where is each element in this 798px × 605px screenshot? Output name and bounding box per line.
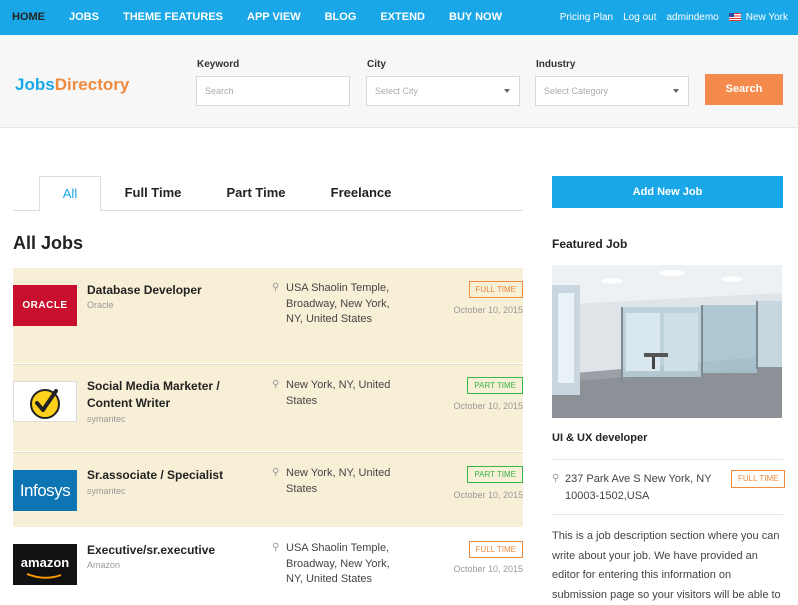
job-type-badge: FULL TIME [468, 281, 523, 298]
job-type-badge: PART TIME [467, 377, 523, 394]
divider [552, 459, 783, 460]
tab-freelance[interactable]: Freelance [319, 176, 403, 211]
map-pin-icon: ⚲ [272, 282, 280, 293]
job-date: October 10, 2015 [453, 401, 523, 411]
keyword-input[interactable]: Search [196, 76, 350, 106]
nav-jobs[interactable]: JOBS [57, 0, 111, 35]
job-title[interactable]: Sr.associate / Specialist [87, 467, 267, 484]
city-select[interactable]: Select City [366, 76, 520, 106]
job-date: October 10, 2015 [453, 490, 523, 500]
logout-link[interactable]: Log out [623, 12, 656, 23]
nav-buy-now[interactable]: BUY NOW [437, 0, 514, 35]
location-label: New York [745, 12, 788, 23]
site-logo[interactable]: JobsDirectory [15, 75, 129, 95]
job-title[interactable]: Database Developer [87, 282, 267, 299]
keyword-label: Keyword [197, 59, 240, 70]
pricing-plan-link[interactable]: Pricing Plan [560, 12, 613, 23]
section-title: All Jobs [13, 233, 84, 253]
city-label: City [367, 59, 386, 70]
nav-home[interactable]: HOME [0, 0, 57, 35]
job-row[interactable]: Social Media Marketer / Content Writer s… [13, 364, 523, 451]
featured-job-description: This is a job description section where … [552, 530, 781, 601]
office-photo [552, 265, 782, 418]
us-flag-icon [728, 13, 741, 22]
nav-app-view[interactable]: APP VIEW [235, 0, 313, 35]
job-type-tabs: All Full Time Part Time Freelance [13, 176, 523, 212]
job-location: USA Shaolin Temple, Broadway, New York, … [286, 282, 390, 325]
featured-job-heading: Featured Job [552, 237, 628, 251]
tab-full-time[interactable]: Full Time [113, 176, 193, 211]
job-date: October 10, 2015 [453, 564, 523, 574]
add-new-job-button[interactable]: Add New Job [552, 176, 783, 208]
symantec-check-icon [30, 389, 60, 419]
job-title[interactable]: Social Media Marketer / Content Writer [87, 378, 267, 412]
company-logo [13, 381, 77, 422]
company-logo: Infosys [13, 470, 77, 511]
industry-select-value: Select Category [544, 86, 609, 96]
map-pin-icon: ⚲ [272, 467, 280, 478]
tab-all[interactable]: All [39, 176, 101, 212]
company-name: Oracle [87, 300, 114, 310]
chevron-down-icon [673, 89, 679, 93]
industry-label: Industry [536, 59, 576, 70]
nav-extend[interactable]: EXTEND [368, 0, 437, 35]
tab-part-time[interactable]: Part Time [213, 176, 299, 211]
company-name: symantec [87, 486, 126, 496]
map-pin-icon: ⚲ [272, 379, 280, 390]
job-location: New York, NY, United States [286, 467, 391, 495]
amazon-logo-text: amazon [20, 555, 70, 570]
job-location: New York, NY, United States [286, 379, 391, 407]
main-nav: HOME JOBS THEME FEATURES APP VIEW BLOG E… [0, 0, 514, 35]
chevron-down-icon [504, 89, 510, 93]
featured-job-address: 237 Park Ave S New York, NY 10003-1502,U… [565, 473, 712, 502]
featured-job-type-badge: FULL TIME [731, 470, 786, 488]
logo-part-1: Jobs [15, 75, 55, 94]
job-title[interactable]: Executive/sr.executive [87, 542, 267, 559]
search-button[interactable]: Search [705, 74, 783, 105]
company-logo: ORACLE [13, 285, 77, 326]
job-row[interactable]: ORACLE Database Developer Oracle ⚲ USA S… [13, 268, 523, 363]
job-row[interactable]: Infosys Sr.associate / Specialist symant… [13, 452, 523, 527]
nav-blog[interactable]: BLOG [313, 0, 369, 35]
map-pin-icon: ⚲ [272, 542, 280, 553]
user-nav: Pricing Plan Log out admindemo New York [560, 0, 798, 35]
job-type-badge: PART TIME [467, 466, 523, 483]
logo-part-2: Directory [54, 75, 130, 94]
divider [552, 514, 783, 515]
job-date: October 10, 2015 [453, 305, 523, 315]
map-pin-icon: ⚲ [552, 473, 560, 484]
nav-theme-features[interactable]: THEME FEATURES [111, 0, 235, 35]
job-location: USA Shaolin Temple, Broadway, New York, … [286, 542, 390, 585]
city-select-value: Select City [375, 86, 419, 96]
industry-select[interactable]: Select Category [535, 76, 689, 106]
top-navbar: HOME JOBS THEME FEATURES APP VIEW BLOG E… [0, 0, 798, 35]
featured-job-title[interactable]: UI & UX developer [552, 432, 647, 444]
job-type-badge: FULL TIME [468, 541, 523, 558]
amazon-smile-icon [26, 573, 62, 579]
location-selector[interactable]: New York [728, 12, 788, 23]
company-name: Amazon [87, 560, 121, 570]
company-name: symantec [87, 414, 126, 424]
search-header: JobsDirectory Keyword Search City Select… [0, 35, 798, 128]
company-logo: amazon [13, 544, 77, 585]
username-link[interactable]: admindemo [666, 12, 718, 23]
featured-job-image[interactable] [552, 265, 782, 418]
job-row[interactable]: amazon Executive/sr.executive Amazon ⚲ U… [13, 528, 523, 595]
